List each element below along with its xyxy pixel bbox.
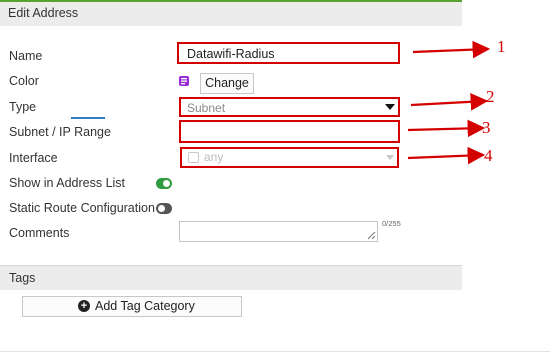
plus-circle-icon: + <box>78 300 90 312</box>
type-select[interactable]: Subnet <box>179 97 400 117</box>
annotation-number-4: 4 <box>484 146 493 165</box>
interface-checkbox-icon <box>188 152 199 163</box>
annotation-arrow-1 <box>412 40 491 59</box>
color-label: Color <box>9 74 39 88</box>
interface-value: any <box>204 150 224 164</box>
chevron-down-icon <box>385 104 395 110</box>
type-label: Type <box>9 100 37 114</box>
change-color-button[interactable]: Change <box>200 73 254 94</box>
tags-section-header <box>0 265 462 290</box>
interface-label: Interface <box>9 151 58 165</box>
subnet-input[interactable] <box>179 120 400 143</box>
tab-indicator <box>71 117 105 119</box>
resize-handle-icon[interactable] <box>367 231 376 240</box>
comments-counter: 0/255 <box>382 219 401 228</box>
static-route-toggle[interactable] <box>156 203 172 214</box>
annotation-arrows <box>407 40 491 165</box>
name-label: Name <box>9 49 43 63</box>
comments-textarea[interactable] <box>179 221 378 242</box>
page-title: Edit Address <box>8 6 79 20</box>
color-palette-icon <box>179 76 189 86</box>
divider <box>0 351 550 352</box>
show-in-list-label: Show in Address List <box>9 176 126 190</box>
annotation-number-3: 3 <box>482 118 491 137</box>
show-in-list-toggle[interactable] <box>156 178 172 189</box>
annotation-number-2: 2 <box>486 87 495 106</box>
annotation-arrow-4 <box>407 146 486 165</box>
add-tag-category-label: Add Tag Category <box>95 299 195 313</box>
comments-label: Comments <box>9 226 70 240</box>
subnet-label: Subnet / IP Range <box>9 125 111 139</box>
tags-title: Tags <box>9 271 36 285</box>
annotation-arrow-2 <box>410 93 489 111</box>
chevron-down-icon <box>386 155 394 160</box>
annotation-number-1: 1 <box>497 37 506 56</box>
name-input[interactable]: Datawifi-Radius <box>177 42 400 64</box>
static-route-label: Static Route Configuration <box>9 201 155 215</box>
annotation-arrow-3 <box>407 119 486 138</box>
